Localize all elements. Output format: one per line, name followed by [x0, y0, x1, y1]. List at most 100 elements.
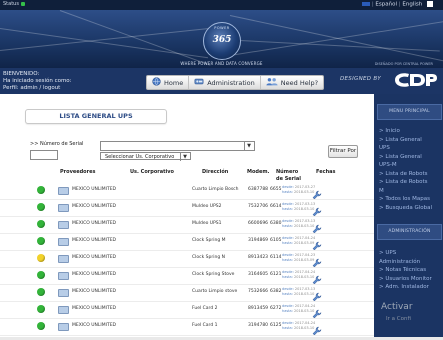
computer-icon[interactable]: [58, 187, 69, 195]
table-row[interactable]: MEXICO UNLIMITED Muldeo UPS1 6600696 6380 de…: [0, 216, 374, 234]
table-row[interactable]: MEXICO UNLIMITED Clock Spring N 8913423 611…: [0, 250, 374, 268]
dates-cell: desde: 2017-03-13 hasta: 2018-03-10: [282, 287, 316, 296]
serial-cell: 6655: [270, 187, 282, 192]
wrench-icon[interactable]: [312, 253, 322, 268]
menu-administration[interactable]: Administration: [189, 76, 261, 89]
modem-cell: 3194780: [248, 323, 269, 328]
dates-cell: desde: 2017-04-24 hasta: 2018-03-09: [282, 236, 316, 245]
provider-cell: MEXICO UNLIMITED: [72, 238, 117, 243]
sidebar-item[interactable]: > Todos los Mapas: [379, 196, 430, 203]
status-light-icon: [37, 203, 45, 211]
table-row[interactable]: MEXICO UNLIMITED Fuel Card 2 8913459 6272 de…: [0, 301, 374, 319]
wrench-icon[interactable]: [312, 270, 322, 285]
provider-cell: MEXICO UNLIMITED: [72, 323, 117, 328]
col-corporativo[interactable]: Us. Corporativo: [130, 169, 174, 175]
computer-icon[interactable]: [58, 306, 69, 314]
computer-icon[interactable]: [58, 255, 69, 263]
serial-cell: 6272: [270, 306, 282, 311]
status-indicator: Status: [3, 1, 25, 7]
status-light-icon: [37, 322, 45, 330]
col-direccion[interactable]: Dirección: [202, 169, 228, 175]
activate-windows-title: Activar: [381, 302, 413, 312]
serial-cell: 6614: [270, 204, 282, 209]
main-menu: Home Administration Need Help?: [146, 75, 325, 90]
table-row[interactable]: MEXICO UNLIMITED Clock Spring Stove 316460…: [0, 267, 374, 285]
modem-cell: 8913423: [248, 255, 269, 260]
wrench-icon[interactable]: [312, 236, 322, 251]
sidebar-section-admin: ADMINISTRACIÓN: [377, 224, 442, 240]
sidebar-item[interactable]: > Lista General: [379, 154, 422, 161]
sidebar-item[interactable]: > Adm. Instalador: [379, 284, 429, 291]
modem-cell: 7532706: [248, 204, 269, 209]
users-icon: [266, 77, 278, 88]
computer-icon[interactable]: [58, 204, 69, 212]
menu-need-help[interactable]: Need Help?: [261, 76, 323, 89]
menu-home[interactable]: Home: [147, 76, 190, 89]
sidebar-item[interactable]: > Lista de Robots: [379, 179, 428, 186]
sidebar-item[interactable]: > Busqueda Global: [379, 205, 432, 212]
computer-icon[interactable]: [58, 289, 69, 297]
modem-cell: 8913459: [248, 306, 269, 311]
profile-logout-link[interactable]: Perfil: admin / logout: [3, 85, 72, 92]
table-row[interactable]: MEXICO UNLIMITED Fuel Card 1 3194780 6125 de…: [0, 318, 374, 336]
wrench-icon[interactable]: [312, 321, 322, 336]
provider-cell: MEXICO UNLIMITED: [72, 204, 117, 209]
gear-icon: [194, 77, 204, 88]
sidebar-item[interactable]: UPS-M: [379, 162, 397, 169]
computer-icon[interactable]: [58, 221, 69, 229]
serial-cell: 6105: [270, 238, 282, 243]
session-text: Ha iniciado sesión como:: [3, 78, 72, 84]
corporate-user-select[interactable]: Seleccionar Us. Corporativo ▼: [100, 152, 191, 161]
col-fechas[interactable]: Fechas: [316, 169, 335, 175]
direccion-cell: Fuel Card 1: [192, 323, 218, 328]
table-row[interactable]: MEXICO UNLIMITED Cuarto Limpio stove 75326…: [0, 284, 374, 302]
sidebar-item[interactable]: > Inicio: [379, 128, 400, 135]
wrench-icon[interactable]: [312, 185, 322, 200]
status-light-icon: [37, 254, 45, 262]
table-row[interactable]: MEXICO UNLIMITED Clock Spring M 3194869 610…: [0, 233, 374, 251]
sidebar-item[interactable]: > Lista General: [379, 137, 422, 144]
col-serial[interactable]: Número de Serial: [276, 169, 304, 183]
sidebar-item[interactable]: Administración: [379, 259, 420, 266]
sidebar-item[interactable]: > Lista de Robots: [379, 171, 428, 178]
header-banner: POWER 365 WHERE POWER AND DATA CONVERGE …: [0, 10, 443, 68]
flag-icon: [361, 2, 370, 6]
banner-small-brand: DISEÑADO POR CENTRAL POWER: [374, 62, 433, 66]
language-espanol-link[interactable]: Español: [375, 2, 397, 8]
table-row[interactable]: MEXICO UNLIMITED Muldeo UPS2 7532706 6614 de…: [0, 199, 374, 217]
serial-cell: 6380: [270, 221, 282, 226]
col-proveedores[interactable]: Proveedores: [60, 169, 95, 175]
status-dot-icon: [20, 1, 25, 6]
wrench-icon[interactable]: [312, 202, 322, 217]
direccion-cell: Clock Spring Stove: [192, 272, 235, 277]
language-english-link[interactable]: English: [402, 2, 422, 8]
computer-icon[interactable]: [58, 323, 69, 331]
sidebar-item[interactable]: > Usuarios Monitor: [379, 276, 432, 283]
dates-cell: desde: 2017-03-13 hasta: 2018-03-10: [282, 202, 316, 211]
sidebar-item[interactable]: M: [379, 188, 384, 195]
direccion-cell: Fuel Card 2: [192, 306, 218, 311]
computer-icon[interactable]: [58, 238, 69, 246]
welcome-title: BIENVENIDO:: [3, 71, 40, 77]
power365-logo[interactable]: POWER 365: [203, 22, 241, 60]
serial-cell: 6125: [270, 323, 282, 328]
provider-select[interactable]: ▼: [100, 141, 255, 151]
sidebar-item[interactable]: UPS: [379, 145, 390, 152]
col-modem[interactable]: Modem.: [247, 169, 270, 175]
serial-input[interactable]: [30, 150, 58, 160]
top-status-bar: Status | Español | English: [0, 0, 443, 10]
direccion-cell: Muldeo UPS1: [192, 221, 222, 226]
modem-cell: 7532666: [248, 289, 269, 294]
provider-cell: MEXICO UNLIMITED: [72, 306, 117, 311]
wrench-icon[interactable]: [312, 219, 322, 234]
main-content: LISTA GENERAL UPS >> Número de Serial ▼ …: [0, 94, 374, 337]
sidebar-item[interactable]: > Notas Técnicas: [379, 267, 426, 274]
sidebar-item[interactable]: > UPS: [379, 250, 396, 257]
designed-by-label: DESIGNED BY: [340, 76, 381, 82]
wrench-icon[interactable]: [312, 304, 322, 319]
computer-icon[interactable]: [58, 272, 69, 280]
provider-cell: MEXICO UNLIMITED: [72, 255, 117, 260]
table-row[interactable]: MEXICO UNLIMITED Cuarto Limpio Bosch 63877…: [0, 182, 374, 200]
filter-button[interactable]: Filtrar Por: [328, 145, 358, 158]
wrench-icon[interactable]: [312, 287, 322, 302]
